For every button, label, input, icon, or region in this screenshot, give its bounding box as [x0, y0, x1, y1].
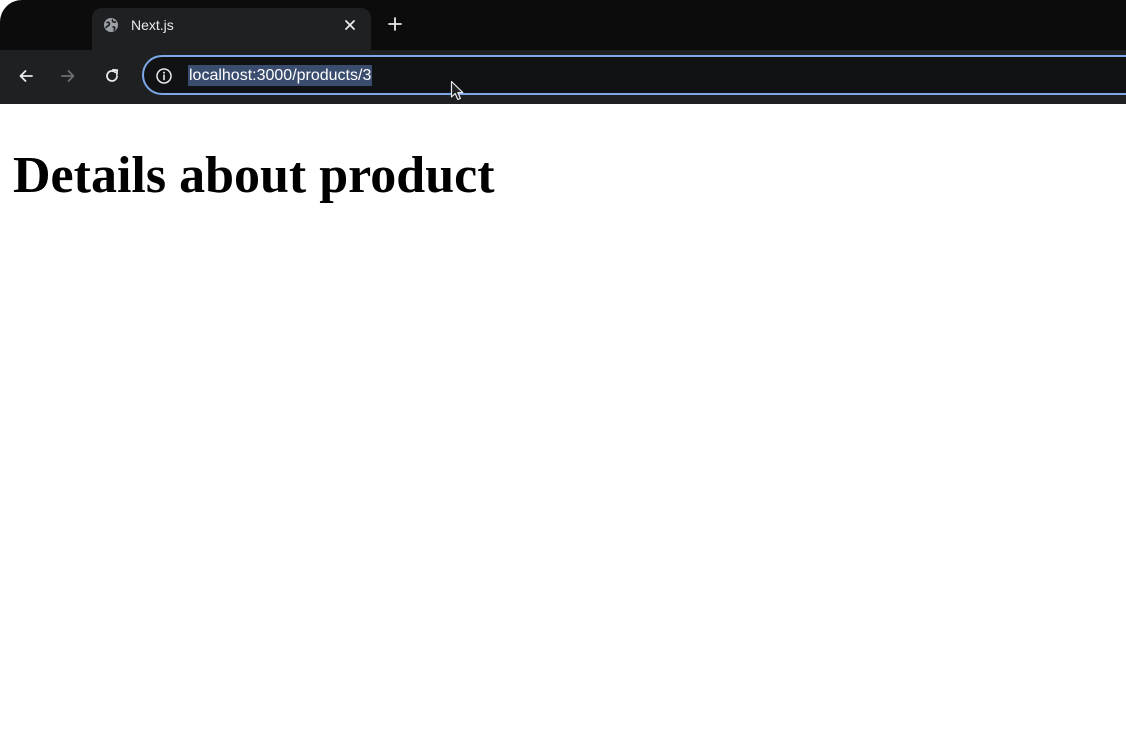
page-heading: Details about product	[13, 147, 495, 204]
url-text[interactable]: localhost:3000/products/3	[188, 65, 373, 86]
globe-icon	[104, 18, 118, 32]
plus-icon[interactable]	[385, 14, 405, 34]
browser-window: Next.js localhost:3000/products/3 Detail…	[0, 0, 1126, 752]
arrow-left-icon[interactable]	[16, 66, 36, 86]
tab-nextjs[interactable]: Next.js	[92, 8, 371, 50]
tab-title: Next.js	[131, 17, 174, 33]
address-bar[interactable]: localhost:3000/products/3	[142, 55, 1126, 95]
browser-toolbar: localhost:3000/products/3	[0, 50, 1126, 104]
page-content: Details about product	[0, 104, 1126, 752]
arrow-right-icon[interactable]	[58, 66, 78, 86]
mouse-cursor-icon	[450, 80, 464, 101]
reload-icon[interactable]	[102, 66, 122, 86]
close-icon[interactable]	[341, 16, 359, 34]
info-icon[interactable]	[155, 67, 173, 85]
tab-strip: Next.js	[0, 0, 1126, 50]
